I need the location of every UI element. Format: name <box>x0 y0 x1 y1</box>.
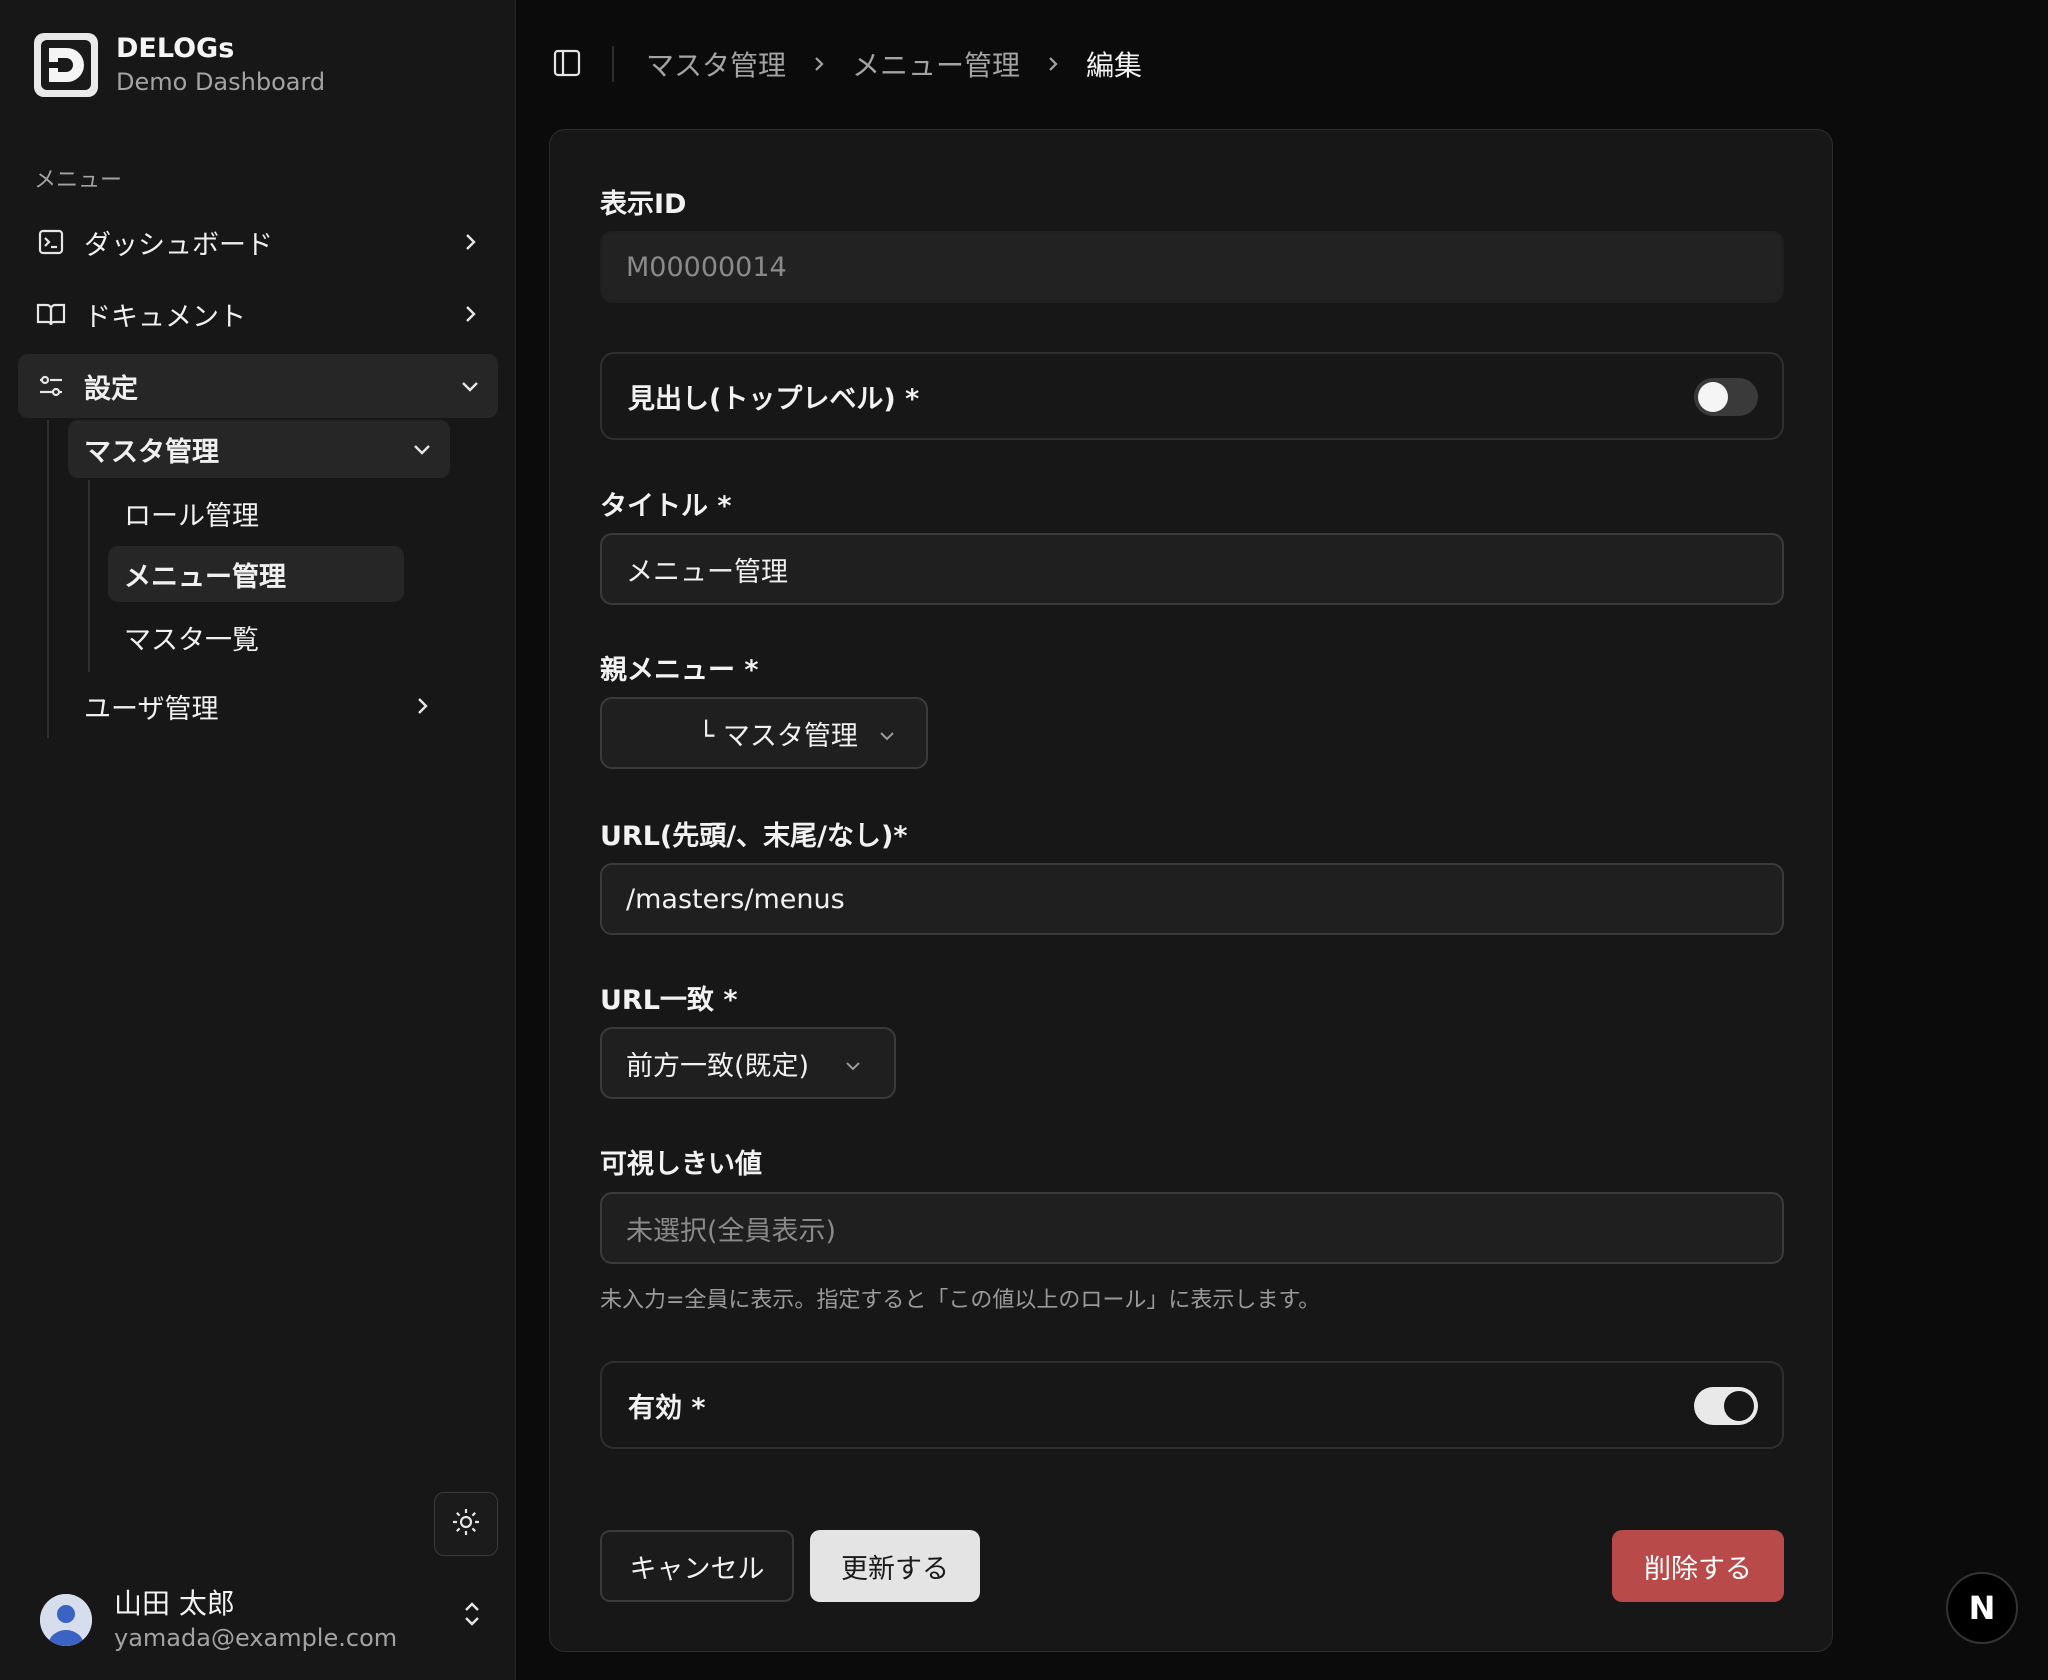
avatar <box>40 1594 92 1646</box>
parent-menu-select[interactable]: └ マスタ管理 <box>600 697 928 769</box>
parent-menu-value: └ マスタ管理 <box>698 720 858 752</box>
heading-toplevel-label: 見出し(トップレベル) * <box>628 383 920 415</box>
sidebar-item-label: 設定 <box>84 373 138 405</box>
url-input[interactable]: /masters/menus <box>600 863 1784 935</box>
sliders-icon <box>36 371 66 401</box>
sidebar: DELOGs Demo Dashboard メニュー ダッシュボード ドキュメン… <box>0 0 516 1680</box>
sidebar-item-label: メニュー管理 <box>124 561 286 593</box>
delete-button[interactable]: 削除する <box>1612 1530 1784 1602</box>
sidebar-item-dashboard[interactable]: ダッシュボード <box>18 214 498 270</box>
edit-form-card: 表示ID M00000014 見出し(トップレベル) * タイトル * メニュー… <box>549 129 1833 1652</box>
sidebar-item-label: ロール管理 <box>124 500 259 532</box>
visibility-threshold-hint: 未入力=全員に表示。指定すると「この値以上のロール」に表示します。 <box>600 1288 1321 1313</box>
sidebar-item-label: マスタ一覧 <box>124 624 259 656</box>
visibility-threshold-input[interactable]: 未選択(全員表示) <box>600 1192 1784 1264</box>
chevron-down-icon <box>842 1053 864 1084</box>
user-menu[interactable]: 山田 太郎 yamada@example.com <box>40 1586 490 1654</box>
sidebar-toggle-icon[interactable] <box>552 48 582 82</box>
chevron-down-icon <box>410 437 434 461</box>
user-email: yamada@example.com <box>114 1624 398 1652</box>
enabled-switch[interactable] <box>1694 1387 1758 1425</box>
heading-toplevel-switch[interactable] <box>1694 378 1758 416</box>
sidebar-item-label: ユーザ管理 <box>84 693 219 725</box>
sidebar-item-settings[interactable]: 設定 <box>18 354 498 418</box>
breadcrumb-current: 編集 <box>1086 49 1143 82</box>
brand-subtitle: Demo Dashboard <box>116 68 326 96</box>
chevron-right-icon <box>458 302 482 326</box>
enabled-row: 有効 * <box>600 1361 1784 1449</box>
display-id-label: 表示ID <box>600 189 687 220</box>
header-divider <box>612 46 614 82</box>
brand[interactable]: DELOGs Demo Dashboard <box>34 32 325 98</box>
brand-logo-icon <box>34 33 98 97</box>
menu-section-label: メニュー <box>34 168 123 193</box>
chevron-right-icon <box>810 55 828 73</box>
chevron-down-icon <box>458 374 482 398</box>
chevron-right-icon <box>458 230 482 254</box>
theme-toggle-button[interactable] <box>434 1492 498 1556</box>
update-button[interactable]: 更新する <box>810 1530 980 1602</box>
url-match-value: 前方一致(既定) <box>626 1050 810 1082</box>
user-name: 山田 太郎 <box>114 1587 235 1620</box>
sidebar-item-label: ドキュメント <box>84 301 246 333</box>
chevron-right-icon <box>410 694 434 718</box>
terminal-square-icon <box>36 227 66 257</box>
sidebar-item-label: マスタ管理 <box>84 436 219 468</box>
title-label: タイトル * <box>600 491 732 522</box>
url-match-label: URL一致 * <box>600 985 738 1016</box>
sidebar-item-master-list[interactable]: マスタ一覧 <box>108 610 404 664</box>
chevron-right-icon <box>1044 55 1062 73</box>
sidebar-item-menu-management[interactable]: メニュー管理 <box>108 546 404 602</box>
sidebar-item-user-management[interactable]: ユーザ管理 <box>68 678 450 734</box>
cancel-button[interactable]: キャンセル <box>600 1530 794 1602</box>
visibility-threshold-label: 可視しきい値 <box>600 1149 762 1180</box>
display-id-field: M00000014 <box>600 231 1784 303</box>
url-label: URL(先頭/、末尾/なし)* <box>600 821 908 852</box>
title-input[interactable]: メニュー管理 <box>600 533 1784 605</box>
breadcrumb: マスタ管理 メニュー管理 編集 <box>646 44 1142 84</box>
url-match-select[interactable]: 前方一致(既定) <box>600 1027 896 1099</box>
submenu-guide-line <box>88 480 90 672</box>
sidebar-item-documents[interactable]: ドキュメント <box>18 286 498 342</box>
sidebar-item-master-management[interactable]: マスタ管理 <box>68 420 450 478</box>
sun-icon <box>450 1506 482 1542</box>
enabled-label: 有効 * <box>628 1392 706 1424</box>
dev-tools-badge[interactable]: N <box>1946 1572 2018 1644</box>
submenu-guide-line <box>47 420 49 738</box>
parent-menu-label: 親メニュー * <box>600 655 759 686</box>
header: マスタ管理 メニュー管理 編集 <box>516 0 2048 128</box>
sidebar-item-role-management[interactable]: ロール管理 <box>108 486 404 540</box>
breadcrumb-item[interactable]: メニュー管理 <box>852 44 1020 84</box>
heading-toplevel-row: 見出し(トップレベル) * <box>600 352 1784 440</box>
breadcrumb-item[interactable]: マスタ管理 <box>646 44 786 84</box>
brand-title: DELOGs <box>116 33 235 64</box>
chevron-down-icon <box>876 723 898 754</box>
book-open-icon <box>36 299 66 329</box>
chevrons-up-down-icon <box>460 1600 484 1632</box>
sidebar-item-label: ダッシュボード <box>84 229 273 261</box>
